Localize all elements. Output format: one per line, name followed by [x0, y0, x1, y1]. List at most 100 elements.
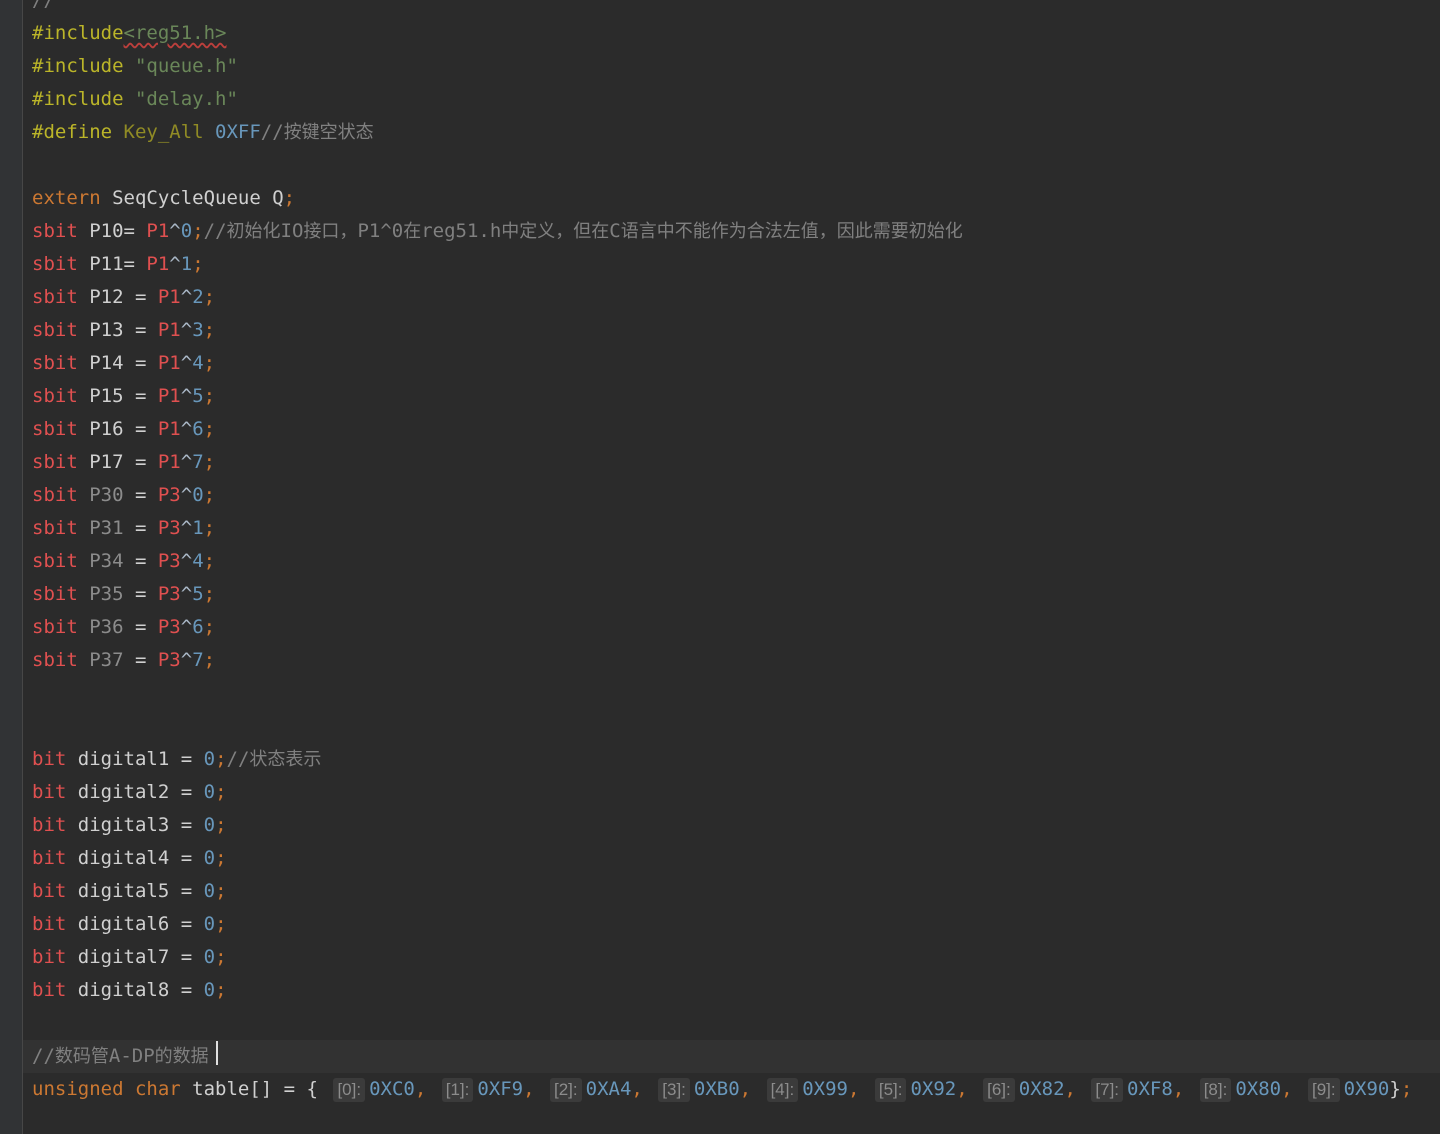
code-line[interactable]: bit digital2 = 0;	[32, 776, 227, 809]
punctuation-token: ;	[215, 913, 227, 935]
code-line[interactable]: #include<reg51.h>	[32, 17, 226, 50]
code-line[interactable]: sbit P31 = P3^1;	[32, 512, 215, 545]
punctuation-token: ;	[215, 880, 227, 902]
code-line[interactable]: sbit P16 = P1^6;	[32, 413, 215, 446]
code-line-current[interactable]: //数码管A-DP的数据	[23, 1040, 1440, 1073]
comment-token: 在	[403, 221, 422, 242]
identifier-token: SeqCycleQueue Q	[112, 187, 284, 209]
code-line[interactable]: sbit P35 = P3^5;	[32, 578, 215, 611]
code-line[interactable]: sbit P11= P1^1;	[32, 248, 204, 281]
punctuation-token: ,	[1281, 1078, 1304, 1100]
unused-identifier-token: P35	[89, 583, 124, 605]
code-line[interactable]: #include "queue.h"	[32, 50, 238, 83]
operator-token: ^	[180, 517, 193, 539]
number-token: 0	[203, 814, 216, 836]
punctuation-token: ,	[847, 1078, 871, 1100]
operator-token: ^	[180, 385, 193, 407]
number-token: 4	[192, 352, 204, 374]
register-token: P3	[157, 649, 181, 671]
identifier-token: P15 =	[89, 385, 158, 407]
code-line[interactable]: sbit P34 = P3^4;	[32, 545, 215, 578]
code-line[interactable]: #define Key_All 0XFF//按键空状态	[32, 116, 374, 149]
punctuation-token: ,	[414, 1078, 438, 1100]
code-line[interactable]: sbit P15 = P1^5;	[32, 380, 215, 413]
code-line[interactable]: sbit P30 = P3^0;	[32, 479, 215, 512]
comment-token: P1^0	[357, 220, 404, 242]
type-keyword-token: sbit	[32, 418, 90, 440]
register-token: P1	[146, 220, 170, 242]
number-token: 4	[192, 550, 204, 572]
punctuation-token: ;	[203, 319, 216, 341]
number-token: 0XC0	[369, 1078, 415, 1100]
punctuation-token: ;	[203, 352, 216, 374]
identifier-token: digital8 =	[77, 979, 204, 1001]
code-line[interactable]: extern SeqCycleQueue Q;	[32, 182, 295, 215]
code-line[interactable]: sbit P13 = P1^3;	[32, 314, 215, 347]
code-line[interactable]: sbit P36 = P3^6;	[32, 611, 215, 644]
code-line[interactable]: bit digital4 = 0;	[32, 842, 227, 875]
type-keyword-token: sbit	[32, 319, 90, 341]
code-line[interactable]: bit digital7 = 0;	[32, 941, 227, 974]
code-line[interactable]: sbit P10= P1^0;//初始化IO接口，P1^0在reg51.h中定义…	[32, 215, 963, 248]
identifier-token: =	[123, 616, 158, 638]
code-line[interactable]: sbit P37 = P3^7;	[32, 644, 215, 677]
index-hint: [6]:	[983, 1078, 1015, 1102]
identifier-token: P16 =	[89, 418, 158, 440]
code-line[interactable]: bit digital1 = 0;//状态表示	[32, 743, 321, 776]
type-keyword-token: bit	[32, 814, 78, 836]
number-token: 0XF9	[477, 1078, 524, 1100]
number-token: 0X99	[802, 1078, 848, 1100]
code-line[interactable]: bit digital8 = 0;	[32, 974, 227, 1007]
number-token: 6	[192, 616, 204, 638]
type-keyword-token: bit	[32, 748, 78, 770]
keyword-token: unsigned char	[32, 1078, 193, 1100]
code-line[interactable]: sbit P12 = P1^2;	[32, 281, 215, 314]
punctuation-token: ;	[215, 814, 227, 836]
preprocessor-token: #include	[32, 88, 135, 110]
type-keyword-token: sbit	[32, 550, 90, 572]
preprocessor-token: #include	[32, 22, 124, 44]
code-line[interactable]: bit digital3 = 0;	[32, 809, 227, 842]
identifier-token: P14 =	[89, 352, 158, 374]
type-keyword-token: sbit	[32, 616, 90, 638]
code-line[interactable]: sbit P17 = P1^7;	[32, 446, 215, 479]
register-token: P1	[157, 451, 181, 473]
punctuation-token: ;	[192, 253, 204, 275]
code-line[interactable]: //	[32, 0, 55, 17]
unused-identifier-token: P36	[89, 616, 124, 638]
number-token: 0	[203, 847, 216, 869]
identifier-token: P13 =	[89, 319, 158, 341]
header-token-error: <reg51.h>	[123, 22, 227, 44]
code-line[interactable]: #include "delay.h"	[32, 83, 238, 116]
punctuation-token: ;	[203, 649, 216, 671]
identifier-token: =	[123, 484, 158, 506]
code-line[interactable]: bit digital6 = 0;	[32, 908, 227, 941]
number-token: 0X92	[910, 1078, 957, 1100]
comment-token: 状态表示	[249, 749, 322, 770]
operator-token: ^	[169, 220, 181, 242]
type-keyword-token: sbit	[32, 253, 90, 275]
code-editor[interactable]: //#include<reg51.h> #include "queue.h" #in…	[0, 0, 1440, 1134]
type-keyword-token: bit	[32, 781, 78, 803]
register-token: P1	[157, 385, 181, 407]
index-hint: [4]:	[766, 1078, 799, 1102]
number-token: 0	[203, 979, 216, 1001]
preprocessor-token: #define	[32, 121, 124, 143]
identifier-token: P10=	[89, 220, 147, 242]
identifier-token: digital2 =	[77, 781, 204, 803]
number-token: 3	[192, 319, 204, 341]
punctuation-token: ,	[1172, 1078, 1196, 1100]
number-token: 0	[203, 781, 216, 803]
code-line[interactable]: sbit P14 = P1^4;	[32, 347, 215, 380]
unused-identifier-token: P30	[89, 484, 124, 506]
editor-gutter[interactable]	[0, 0, 23, 1134]
operator-token: ^	[180, 418, 193, 440]
punctuation-token: ;	[192, 220, 204, 242]
code-line[interactable]: unsigned char table[] = { [0]: 0XC0, [1]:…	[32, 1073, 1412, 1106]
number-token: 0	[192, 484, 204, 506]
code-line[interactable]: bit digital5 = 0;	[32, 875, 227, 908]
type-keyword-token: bit	[32, 880, 78, 902]
comment-token: IO	[280, 220, 304, 242]
index-hint: [0]:	[333, 1078, 366, 1102]
identifier-token: digital5 =	[77, 880, 204, 902]
